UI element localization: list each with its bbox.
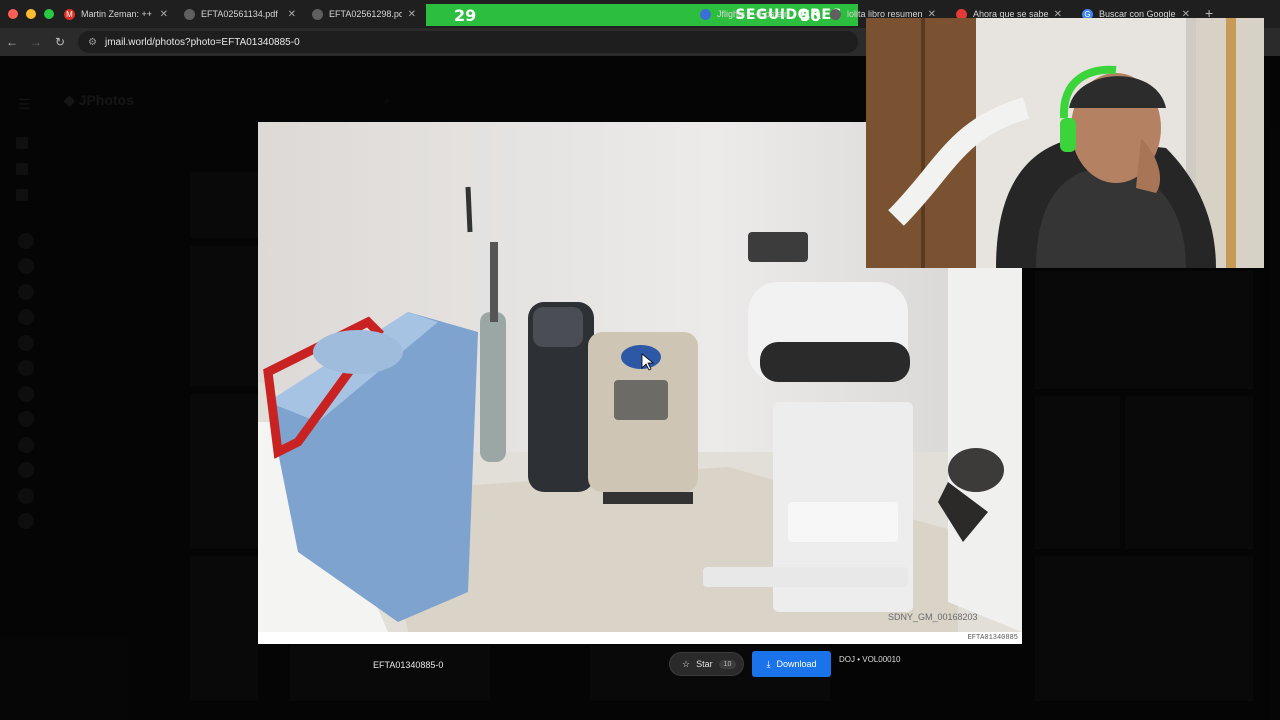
plane-icon: [700, 8, 711, 20]
tab-title: Martin Zeman: ++ Ot: [81, 9, 154, 19]
browser-tab[interactable]: M Martin Zeman: ++ Ot ✕: [56, 0, 176, 28]
globe-icon: [312, 8, 323, 20]
browser-tab[interactable]: EFTA02561134.pdf ✕: [176, 0, 304, 28]
download-label: Download: [776, 659, 817, 669]
photo-evidence-stamp: SDNY_GM_00168203: [888, 612, 978, 622]
tab-title: EFTA02561134.pdf: [201, 9, 278, 19]
photo-file-name: EFTA01340885-0: [373, 660, 444, 670]
viewer-toolbar: EFTA01340885-0 ☆ Star 10 ⤓ Download DOJ …: [0, 651, 1280, 682]
star-count: 10: [718, 659, 737, 669]
star-button[interactable]: ☆ Star 10: [669, 652, 744, 676]
streamer-webcam-overlay: [866, 18, 1264, 268]
follower-count: 29: [454, 5, 477, 25]
webcam-feed: [866, 18, 1264, 268]
tab-title: Jflights — Epstein Fli: [717, 9, 788, 19]
download-icon: ⤓: [766, 658, 771, 669]
browser-tab[interactable]: EFTA02561298.pdf ✕: [304, 0, 424, 28]
follower-goal: 50: [800, 7, 821, 25]
photo-caption: EFTA01340885: [967, 634, 1018, 642]
forward-arrow-icon[interactable]: →: [24, 35, 48, 49]
reload-icon[interactable]: ↻: [48, 35, 72, 49]
tab-title: EFTA02561298.pdf: [329, 9, 402, 19]
address-bar[interactable]: ⚙ jmail.world/photos?photo=EFTA01340885-…: [78, 31, 858, 53]
download-button[interactable]: ⤓ Download: [752, 651, 831, 677]
minimize-window-button[interactable]: [26, 9, 36, 19]
close-tab-icon[interactable]: ✕: [288, 9, 296, 20]
maximize-window-button[interactable]: [44, 9, 54, 19]
close-tab-icon[interactable]: ✕: [160, 9, 168, 20]
gmail-icon: M: [64, 8, 75, 20]
star-label: Star: [696, 659, 713, 669]
close-tab-icon[interactable]: ✕: [408, 9, 416, 20]
browser-tab[interactable]: Jflights — Epstein Fli: [692, 0, 796, 28]
globe-icon: [830, 8, 841, 20]
window-controls: [0, 9, 56, 19]
close-window-button[interactable]: [8, 9, 18, 19]
url-text: jmail.world/photos?photo=EFTA01340885-0: [104, 36, 300, 48]
globe-icon: [184, 8, 195, 20]
star-icon: ☆: [682, 658, 691, 669]
volume-label: DOJ • VOL00010: [839, 655, 901, 664]
back-arrow-icon[interactable]: ←: [0, 35, 24, 49]
site-info-icon[interactable]: ⚙: [88, 37, 97, 48]
